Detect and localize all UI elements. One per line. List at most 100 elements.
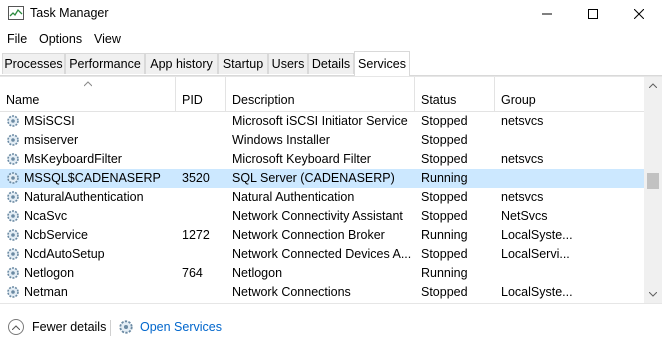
cell-status: Running — [421, 266, 468, 280]
column-header-name[interactable]: Name — [0, 77, 176, 111]
cell-status: Stopped — [421, 209, 468, 223]
menu-options[interactable]: Options — [39, 32, 82, 46]
table-row[interactable]: Netman Network Connections Stopped Local… — [0, 283, 644, 302]
cell-group: LocalSyste... — [501, 285, 573, 299]
close-button[interactable] — [616, 0, 662, 28]
service-gear-icon — [7, 191, 19, 203]
close-icon — [634, 9, 644, 19]
table-row[interactable]: NcbService 1272 Network Connection Broke… — [0, 226, 644, 245]
table-row[interactable]: NcaSvc Network Connectivity Assistant St… — [0, 207, 644, 226]
tab-processes[interactable]: Processes — [2, 53, 65, 74]
table-row[interactable]: NcdAutoSetup Network Connected Devices A… — [0, 245, 644, 264]
table-row[interactable]: MSiSCSI Microsoft iSCSI Initiator Servic… — [0, 112, 644, 131]
cell-description: SQL Server (CADENASERP) — [232, 171, 395, 185]
menu-bar: File Options View — [0, 29, 662, 49]
cell-group: LocalSyste... — [501, 228, 573, 242]
open-services-label: Open Services — [140, 320, 222, 334]
cell-group: LocalServi... — [501, 247, 570, 261]
cell-status: Stopped — [421, 247, 468, 261]
cell-pid: 764 — [182, 266, 203, 280]
tab-details[interactable]: Details — [308, 53, 354, 74]
menu-view[interactable]: View — [94, 32, 121, 46]
cell-name: NcaSvc — [24, 209, 68, 223]
service-gear-icon — [7, 229, 19, 241]
cell-name: Netlogon — [24, 266, 75, 280]
column-header-status[interactable]: Status — [415, 77, 495, 111]
cell-status: Stopped — [421, 114, 468, 128]
vertical-scrollbar[interactable] — [644, 77, 662, 303]
tab-strip: Processes Performance App history Startu… — [0, 51, 662, 76]
maximize-icon — [588, 9, 598, 19]
cell-name: NcdAutoSetup — [24, 247, 105, 261]
cell-pid: 3520 — [182, 171, 210, 185]
cell-description: Netlogon — [232, 266, 283, 280]
cell-name: MSSQL$CADENASERP — [24, 171, 161, 185]
tab-startup[interactable]: Startup — [218, 53, 268, 74]
minimize-icon — [542, 13, 552, 15]
service-gear-icon — [7, 286, 19, 298]
cell-status: Running — [421, 228, 468, 242]
table-row[interactable]: msiserver Windows Installer Stopped — [0, 131, 644, 150]
table-row[interactable]: Netlogon 764 Netlogon Running — [0, 264, 644, 283]
cell-name: NaturalAuthentication — [24, 190, 144, 204]
tab-app-history[interactable]: App history — [145, 53, 218, 74]
scroll-up-button[interactable] — [644, 77, 662, 94]
task-manager-icon — [8, 6, 24, 20]
tab-performance[interactable]: Performance — [65, 53, 145, 74]
column-header-pid-label: PID — [182, 93, 203, 107]
cell-status: Stopped — [421, 190, 468, 204]
scroll-thumb[interactable] — [647, 173, 659, 189]
cell-description: Microsoft Keyboard Filter — [232, 152, 371, 166]
cell-status: Running — [421, 171, 468, 185]
service-gear-icon — [7, 267, 19, 279]
cell-status: Stopped — [421, 285, 468, 299]
chevron-down-icon — [649, 292, 657, 297]
cell-description: Network Connections — [232, 285, 351, 299]
maximize-button[interactable] — [570, 0, 616, 28]
cell-group: NetSvcs — [501, 209, 548, 223]
column-header-group-label: Group — [501, 93, 536, 107]
column-header-name-label: Name — [6, 93, 40, 107]
cell-group: netsvcs — [501, 190, 544, 204]
cell-description: Windows Installer — [232, 133, 330, 147]
services-gear-icon — [119, 320, 133, 334]
fewer-details-label: Fewer details — [32, 320, 107, 334]
service-gear-icon — [7, 210, 19, 222]
menu-file[interactable]: File — [7, 32, 27, 46]
service-gear-icon — [7, 248, 19, 260]
chevron-up-icon — [649, 83, 657, 88]
column-header-status-label: Status — [421, 93, 457, 107]
cell-status: Stopped — [421, 133, 468, 147]
table-row[interactable]: MsKeyboardFilter Microsoft Keyboard Filt… — [0, 150, 644, 169]
cell-description: Natural Authentication — [232, 190, 355, 204]
service-gear-icon — [7, 172, 19, 184]
fewer-details-button[interactable]: Fewer details — [8, 319, 106, 335]
cell-status: Stopped — [421, 152, 468, 166]
column-header-group[interactable]: Group — [495, 77, 644, 111]
cell-description: Microsoft iSCSI Initiator Service — [232, 114, 408, 128]
cell-name: Netman — [24, 285, 68, 299]
cell-name: MSiSCSI — [24, 114, 75, 128]
window-title: Task Manager — [30, 6, 109, 20]
table-row-selected[interactable]: MSSQL$CADENASERP 3520 SQL Server (CADENA… — [0, 169, 644, 188]
cell-pid: 1272 — [182, 228, 210, 242]
cell-group: netsvcs — [501, 114, 544, 128]
scroll-down-button[interactable] — [644, 286, 662, 303]
minimize-button[interactable] — [524, 0, 570, 28]
footer-bar: Fewer details Open Services — [0, 303, 662, 353]
cell-group: netsvcs — [501, 152, 544, 166]
cell-description: Network Connectivity Assistant — [232, 209, 403, 223]
open-services-link[interactable]: Open Services — [118, 319, 222, 335]
cell-description: Network Connected Devices A... — [232, 247, 412, 261]
chevron-up-circle-icon — [8, 319, 24, 335]
tab-services[interactable]: Services — [354, 51, 410, 76]
column-header-row: Name PID Description Status Group — [0, 77, 644, 112]
cell-description: Network Connection Broker — [232, 228, 385, 242]
service-gear-icon — [7, 134, 19, 146]
tab-users[interactable]: Users — [268, 53, 308, 74]
column-header-pid[interactable]: PID — [176, 77, 226, 111]
column-header-description[interactable]: Description — [226, 77, 415, 111]
title-bar: Task Manager — [0, 0, 662, 28]
table-row[interactable]: NaturalAuthentication Natural Authentica… — [0, 188, 644, 207]
cell-name: NcbService — [24, 228, 88, 242]
